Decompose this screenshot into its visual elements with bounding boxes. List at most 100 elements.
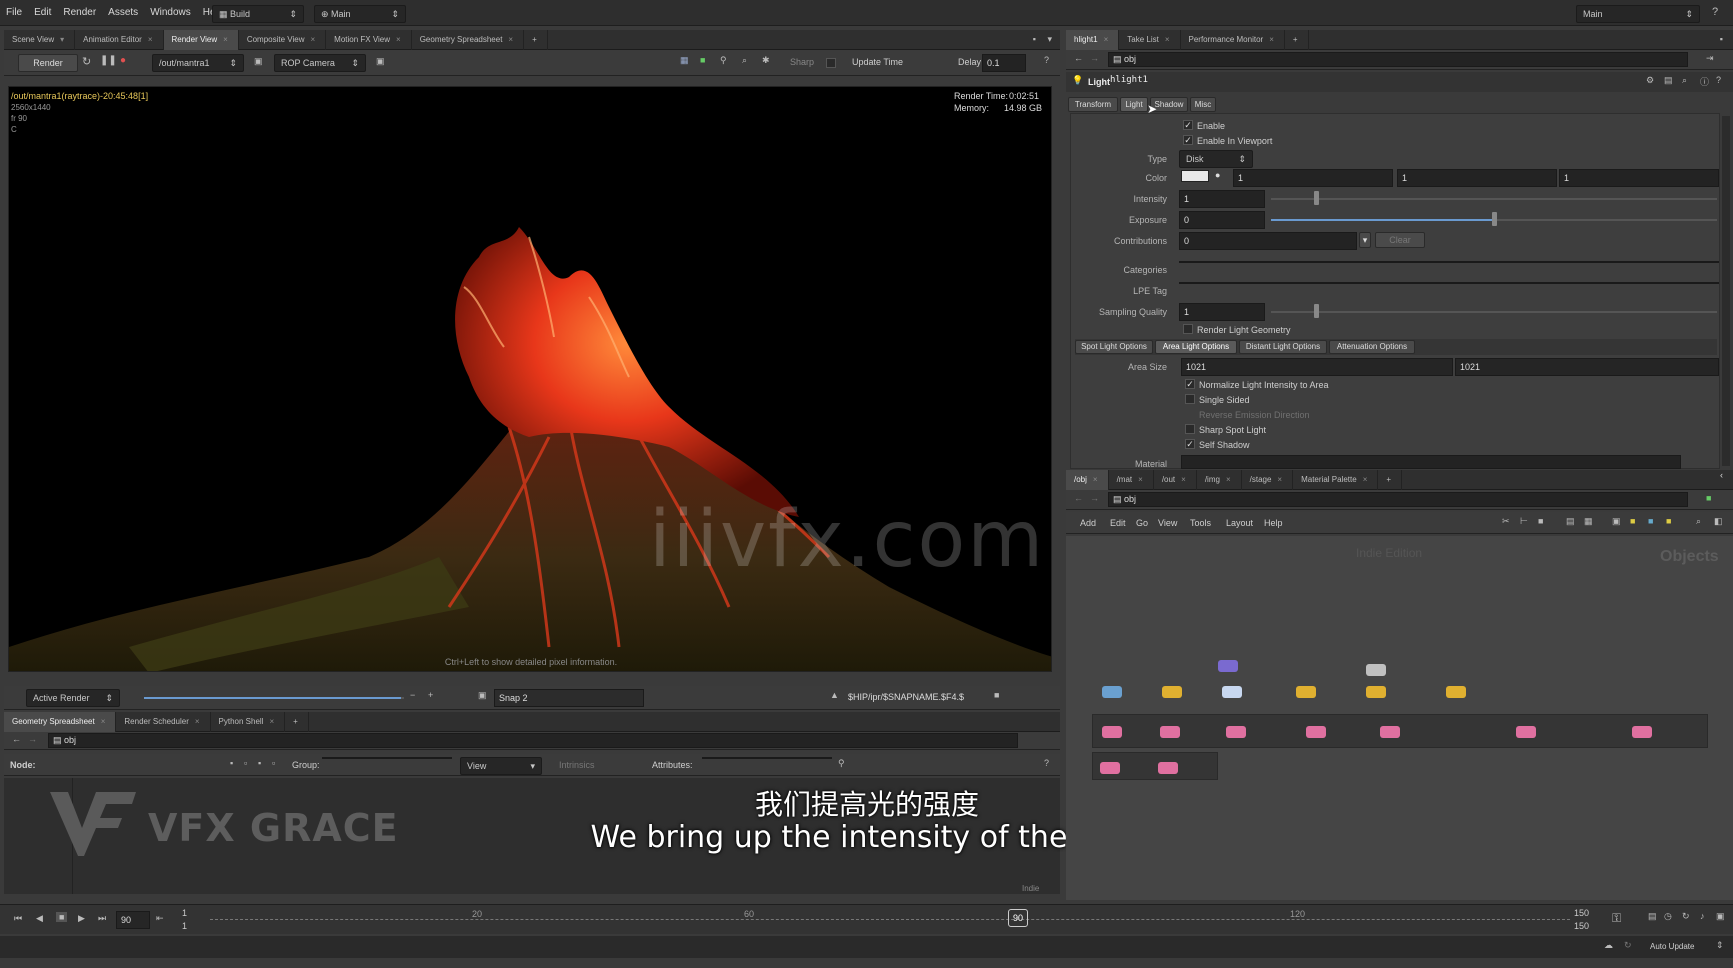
menu-assets[interactable]: Assets bbox=[102, 0, 144, 26]
network-node[interactable] bbox=[1516, 726, 1536, 738]
network-menu-view[interactable]: View bbox=[1158, 518, 1177, 528]
timeline-track[interactable] bbox=[210, 919, 1570, 920]
playhead[interactable]: 90 bbox=[1008, 909, 1028, 927]
delay-field[interactable]: 0.1 bbox=[982, 54, 1026, 72]
categories-field[interactable] bbox=[1179, 261, 1719, 263]
note-icon[interactable]: ■ bbox=[1630, 516, 1635, 526]
chevron-left-icon[interactable]: ‹ bbox=[1720, 470, 1723, 480]
camera-icon[interactable]: ▣ bbox=[478, 690, 487, 701]
tab-take-list[interactable]: Take List × bbox=[1119, 30, 1181, 50]
right-main-select[interactable]: Main ⇕ bbox=[1576, 5, 1700, 23]
start-frame-2[interactable]: 1 bbox=[182, 921, 187, 931]
plus-icon[interactable]: + bbox=[428, 690, 433, 700]
pause-icon[interactable]: ❚❚ bbox=[100, 55, 117, 66]
chevron-down-icon[interactable]: ▾ bbox=[1047, 34, 1052, 45]
active-render-select[interactable]: Active Render ⇕ bbox=[26, 689, 120, 707]
sticky-icon[interactable]: ■ bbox=[1666, 516, 1671, 526]
sound-icon[interactable]: ♪ bbox=[1700, 911, 1705, 921]
network-node[interactable] bbox=[1218, 660, 1238, 672]
menu-windows[interactable]: Windows bbox=[144, 0, 197, 26]
desktop-main-select[interactable]: ⊕ Main ⇕ bbox=[314, 5, 406, 23]
rop-path-select[interactable]: /out/mantra1 ⇕ bbox=[152, 54, 244, 72]
loop-icon[interactable]: ↻ bbox=[1682, 911, 1690, 922]
preview-icon[interactable]: ■ bbox=[700, 55, 705, 65]
pane-menu-icon[interactable]: ▪ bbox=[1033, 34, 1036, 44]
tab-geometry-spreadsheet-lower[interactable]: Geometry Spreadsheet × bbox=[4, 712, 117, 732]
type-select[interactable]: Disk ⇕ bbox=[1179, 150, 1253, 168]
sampling-quality-field[interactable]: 1 bbox=[1179, 303, 1265, 321]
pin-icon[interactable]: ⇥ bbox=[1706, 53, 1714, 64]
help-icon[interactable]: ? bbox=[1716, 75, 1721, 85]
region-icon[interactable]: ▦ bbox=[680, 55, 689, 66]
tab-light[interactable]: Light bbox=[1120, 97, 1148, 112]
network-node[interactable] bbox=[1100, 762, 1120, 774]
add-tab-button[interactable]: + bbox=[524, 30, 548, 50]
color-swatch[interactable] bbox=[1181, 170, 1209, 182]
updown-icon[interactable]: ⇕ bbox=[1716, 940, 1724, 951]
lpe-tag-field[interactable] bbox=[1179, 282, 1719, 284]
tab-mat[interactable]: /mat × bbox=[1109, 470, 1154, 490]
network-editor-canvas[interactable]: Indie Edition Objects ‹ bbox=[1066, 470, 1733, 900]
enable-viewport-checkbox[interactable]: ✓ bbox=[1183, 135, 1193, 145]
step-icon[interactable]: ⇤ bbox=[156, 913, 164, 924]
network-node[interactable] bbox=[1222, 686, 1242, 698]
network-node[interactable] bbox=[1366, 664, 1386, 676]
realtime-icon[interactable]: ▤ bbox=[1648, 911, 1657, 922]
param-scrollbar[interactable] bbox=[1722, 116, 1730, 466]
settings-icon[interactable]: ✱ bbox=[762, 55, 770, 66]
network-node[interactable] bbox=[1446, 686, 1466, 698]
group-field[interactable] bbox=[322, 757, 452, 759]
vertices-icon[interactable]: ▫ bbox=[244, 758, 247, 768]
link-icon[interactable]: ■ bbox=[1706, 493, 1711, 503]
intensity-slider-track[interactable] bbox=[1271, 198, 1717, 200]
contributions-stepper[interactable]: ▾ bbox=[1359, 232, 1371, 248]
intensity-slider-handle[interactable] bbox=[1313, 191, 1319, 205]
sharp-checkbox[interactable] bbox=[826, 58, 836, 68]
network-node[interactable] bbox=[1162, 686, 1182, 698]
play-reverse-icon[interactable]: ◀ bbox=[36, 913, 43, 924]
exposure-slider-handle[interactable] bbox=[1492, 212, 1497, 226]
snapshot-icon[interactable]: ▣ bbox=[376, 56, 385, 67]
network-path-field[interactable]: ▤ obj bbox=[1108, 492, 1688, 507]
help-icon[interactable]: ? bbox=[1712, 6, 1718, 18]
gear-icon[interactable]: ⚙ bbox=[1646, 75, 1654, 86]
light-name-field[interactable]: hlight1 bbox=[1110, 75, 1270, 85]
clock-icon[interactable]: ◷ bbox=[1664, 911, 1672, 922]
snap-field[interactable]: Snap 2 bbox=[494, 689, 644, 707]
tab-composite-view[interactable]: Composite View × bbox=[239, 30, 327, 50]
enable-checkbox[interactable]: ✓ bbox=[1183, 120, 1193, 130]
spreadsheet-path-field[interactable]: ▤ obj bbox=[48, 733, 1018, 748]
network-node[interactable] bbox=[1306, 726, 1326, 738]
network-menu-edit[interactable]: Edit bbox=[1110, 518, 1126, 528]
tab-geometry-spreadsheet[interactable]: Geometry Spreadsheet × bbox=[412, 30, 525, 50]
minus-icon[interactable]: − bbox=[410, 690, 415, 700]
material-field[interactable] bbox=[1181, 455, 1681, 469]
back-arrow-icon[interactable]: ← bbox=[1074, 53, 1083, 63]
square-icon[interactable]: ■ bbox=[1538, 516, 1543, 526]
tab-stage[interactable]: /stage × bbox=[1242, 470, 1294, 490]
area-size-x-field[interactable]: 1021 bbox=[1181, 358, 1453, 376]
network-node[interactable] bbox=[1296, 686, 1316, 698]
lock-icon[interactable]: ▲ bbox=[830, 690, 839, 700]
network-menu-add[interactable]: Add bbox=[1080, 518, 1096, 528]
list-icon[interactable]: ▤ bbox=[1566, 516, 1575, 527]
sharp-spot-checkbox[interactable] bbox=[1185, 424, 1195, 434]
tab-material-palette[interactable]: Material Palette × bbox=[1293, 470, 1379, 490]
menu-edit[interactable]: Edit bbox=[28, 0, 57, 26]
output-path[interactable]: $HIP/ipr/$SNAPNAME.$F4.$ bbox=[848, 692, 964, 702]
tab-hlight1[interactable]: hlight1 × bbox=[1066, 30, 1120, 50]
network-node[interactable] bbox=[1158, 762, 1178, 774]
network-menu-tools[interactable]: Tools bbox=[1190, 518, 1211, 528]
stop-icon[interactable]: ● bbox=[120, 55, 126, 66]
tab-obj[interactable]: /obj × bbox=[1066, 470, 1109, 490]
node-info-icon[interactable]: ▤ bbox=[1664, 75, 1673, 86]
network-menu-go[interactable]: Go bbox=[1136, 518, 1148, 528]
network-node[interactable] bbox=[1632, 726, 1652, 738]
color-picker-icon[interactable]: ● bbox=[1215, 170, 1220, 180]
flag-icon[interactable]: ■ bbox=[1648, 516, 1653, 526]
add-tab-button[interactable]: + bbox=[1285, 30, 1309, 50]
stop-icon[interactable]: ■ bbox=[56, 912, 68, 922]
back-arrow-icon[interactable]: ← bbox=[12, 734, 21, 744]
tab-area-light-options[interactable]: Area Light Options bbox=[1155, 340, 1237, 354]
network-node[interactable] bbox=[1380, 726, 1400, 738]
